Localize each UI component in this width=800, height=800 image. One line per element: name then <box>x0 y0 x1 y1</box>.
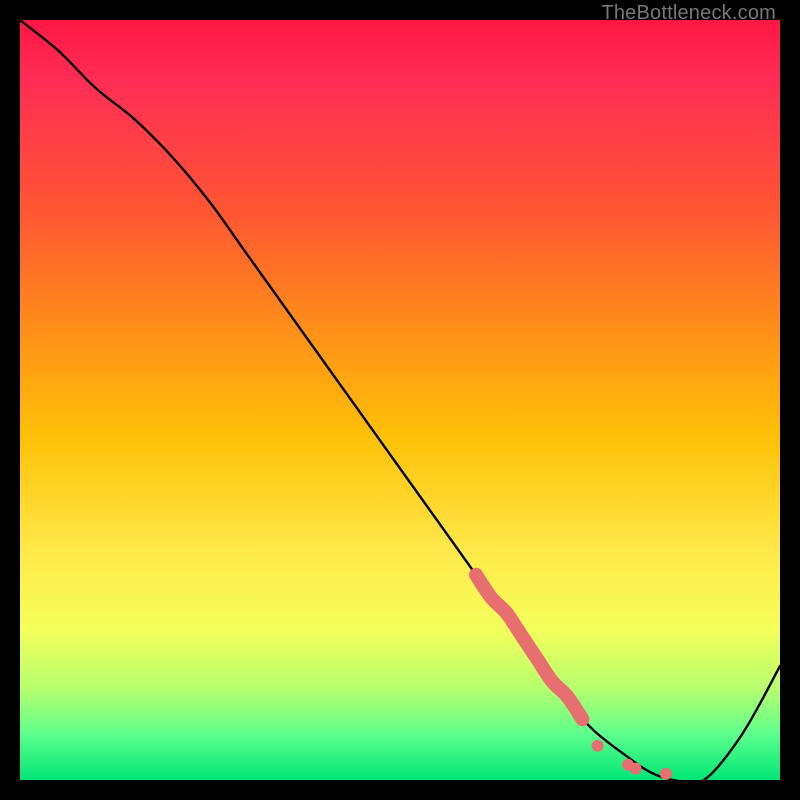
plot-area <box>20 20 780 780</box>
highlight-dot <box>630 763 642 775</box>
highlight-segment-path <box>476 575 582 719</box>
chart-frame: TheBottleneck.com <box>0 0 800 800</box>
bottleneck-curve-path <box>20 20 780 784</box>
highlight-dot <box>592 740 604 752</box>
chart-svg <box>20 20 780 780</box>
highlight-dot <box>660 768 672 780</box>
curve-group <box>20 20 780 784</box>
highlight-segment-group <box>476 575 582 719</box>
